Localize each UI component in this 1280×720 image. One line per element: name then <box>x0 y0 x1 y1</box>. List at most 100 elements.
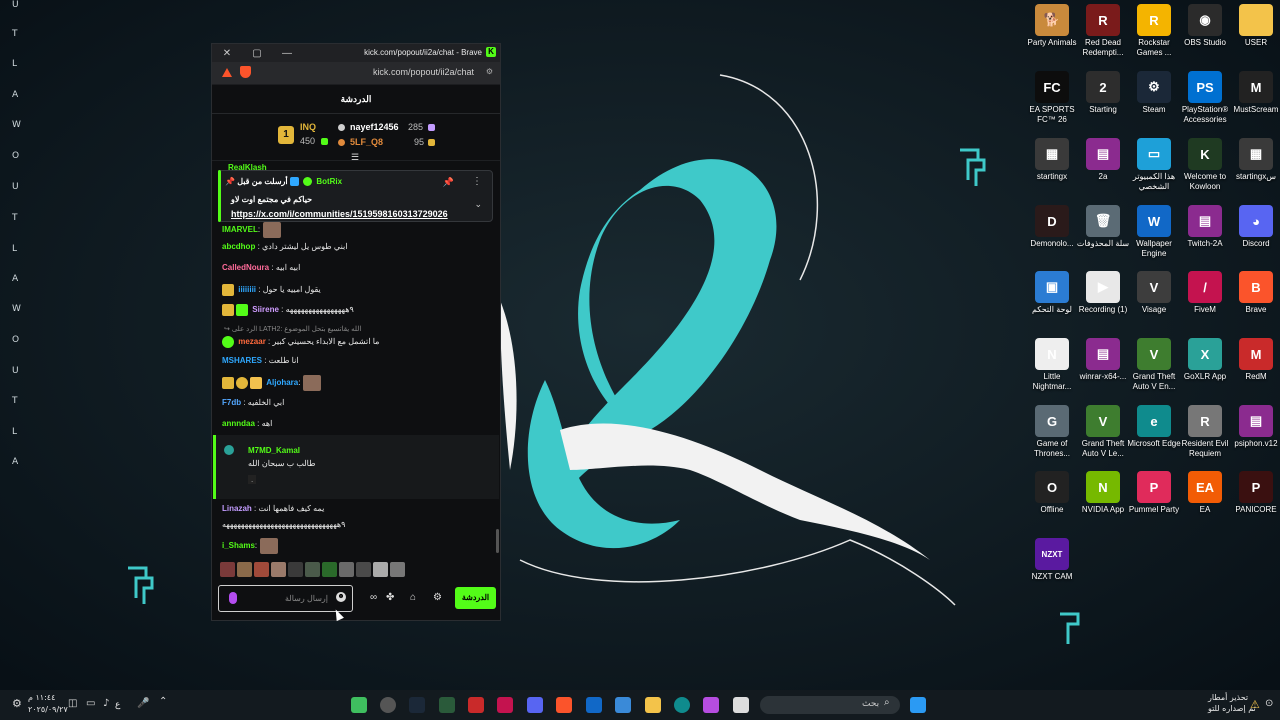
weather-alert-sub[interactable]: تم إصداره للتو <box>1208 704 1256 713</box>
chat-input[interactable]: إرسال رسالة ☻ <box>218 585 353 612</box>
desktop-shortcut[interactable]: ▤ psiphon.v12 <box>1228 405 1280 449</box>
taskbar-edge-icon[interactable] <box>674 697 690 713</box>
emoji-picker-icon[interactable]: ☻ <box>336 592 346 602</box>
desktop-shortcut[interactable]: e Microsoft Edge <box>1126 405 1182 449</box>
desktop-shortcut[interactable]: USER <box>1228 4 1280 48</box>
desktop-shortcut[interactable]: D Demonolo... <box>1024 205 1080 249</box>
taskbar-explorer-icon[interactable] <box>645 697 661 713</box>
taskbar-store-icon[interactable] <box>615 697 631 713</box>
taskbar-steam-icon[interactable] <box>409 697 425 713</box>
microphone-icon[interactable]: 🎤 <box>137 698 149 709</box>
close-button[interactable]: ✕ <box>212 48 242 59</box>
desktop-shortcut[interactable]: V Visage <box>1126 271 1182 315</box>
infinity-icon[interactable]: ∞ <box>370 592 377 603</box>
settings-icon[interactable]: ⚙ <box>12 697 22 710</box>
chat-settings-icon[interactable]: ⚙ <box>433 592 442 603</box>
emote-image[interactable] <box>288 562 303 577</box>
chat-username[interactable]: MSHARES <box>222 356 262 365</box>
desktop-shortcut[interactable]: R Red Dead Redempti... <box>1075 4 1131 58</box>
search-icon[interactable]: ⌕ <box>884 697 890 708</box>
desktop-shortcut[interactable]: M MustScream <box>1228 71 1280 115</box>
emote-image[interactable] <box>373 562 388 577</box>
chat-username[interactable]: IMARVEL <box>222 225 258 234</box>
taskbar-fivem-icon[interactable] <box>497 697 513 713</box>
desktop-shortcut[interactable]: ▤ Twitch-2A <box>1177 205 1233 249</box>
emote-image[interactable] <box>322 562 337 577</box>
send-chat-button[interactable]: الدردشة <box>455 587 496 609</box>
leaderboard-second-name[interactable]: nayef12456 <box>350 122 399 132</box>
chat-username[interactable]: Linazah <box>222 504 252 513</box>
url-text[interactable]: kick.com/popout/ii2a/chat <box>373 67 474 77</box>
chat-username[interactable]: i_Shams <box>222 541 255 550</box>
desktop-shortcut[interactable]: P PANICORE <box>1228 471 1280 515</box>
taskbar-obs-icon[interactable] <box>380 697 396 713</box>
minimize-button[interactable]: — <box>272 48 302 59</box>
emote-image[interactable] <box>305 562 320 577</box>
chat-scrollbar[interactable] <box>496 529 499 553</box>
desktop-shortcut[interactable]: V Grand Theft Auto V En... <box>1126 338 1182 392</box>
desktop-shortcut[interactable]: ▦ startingx <box>1024 138 1080 182</box>
desktop-shortcut[interactable]: FC EA SPORTS FC™ 26 <box>1024 71 1080 125</box>
warning-icon[interactable]: ⚠ <box>1250 698 1260 711</box>
desktop-shortcut[interactable]: ▭ هذا الكمبيوتر الشخصي <box>1126 138 1182 192</box>
desktop-shortcut[interactable]: X GoXLR App <box>1177 338 1233 382</box>
clock-time[interactable]: ١١:٤٤ م <box>28 693 55 702</box>
desktop-shortcut[interactable]: 🗑 سلة المحذوفات <box>1075 205 1131 249</box>
collapse-icon[interactable]: ☰ <box>351 152 359 163</box>
desktop-shortcut[interactable]: EA EA <box>1177 471 1233 515</box>
chat-username[interactable]: F7db <box>222 398 241 407</box>
chat-username[interactable]: M7MD_Kamal <box>248 446 300 455</box>
pinned-link[interactable]: https://x.com/i/communities/151959816031… <box>231 209 448 219</box>
desktop-shortcut[interactable]: ◉ OBS Studio <box>1177 4 1233 48</box>
site-settings-icon[interactable]: ⚙ <box>486 67 493 76</box>
reply-context[interactable]: ↪ الرد على LATH2: الله يقاتسيع بتحل المو… <box>224 325 361 333</box>
taskbar-goxlr-icon[interactable] <box>439 697 455 713</box>
clock-date[interactable]: ٢٠٢٥/٠٩/٢٧ <box>28 705 68 714</box>
taskbar-app-icon[interactable] <box>351 697 367 713</box>
leaderboard-third-name[interactable]: 5LF_Q8 <box>350 137 383 147</box>
desktop-shortcut[interactable]: PS PlayStation® Accessories <box>1177 71 1233 125</box>
weather-alert-title[interactable]: تحذير أمطار <box>1208 693 1248 702</box>
chat-username[interactable]: abcdhop <box>222 242 255 251</box>
chat-username[interactable]: iiiiiiii <box>238 285 256 294</box>
desktop-shortcut[interactable]: M RedM <box>1228 338 1280 382</box>
chat-username[interactable]: CalledNoura <box>222 263 269 272</box>
brave-shield-icon[interactable] <box>240 66 251 78</box>
windows-start-icon[interactable] <box>910 697 926 713</box>
taskbar-brave-icon[interactable] <box>556 697 572 713</box>
taskbar-redm-icon[interactable] <box>468 697 484 713</box>
microphone-icon[interactable] <box>229 592 237 604</box>
unpin-icon[interactable]: 📌 <box>443 177 454 188</box>
desktop-shortcut[interactable]: G Game of Thrones... <box>1024 405 1080 459</box>
network-icon[interactable]: ▭ <box>86 698 95 709</box>
taskbar-discord-icon[interactable] <box>527 697 543 713</box>
chevron-up-icon[interactable]: ⌃ <box>159 696 167 707</box>
chat-username[interactable]: Siirene <box>252 305 279 314</box>
desktop-shortcut[interactable]: N Little Nightmar... <box>1024 338 1080 392</box>
desktop-shortcut[interactable]: ⚙ Steam <box>1126 71 1182 115</box>
desktop-shortcut[interactable]: NZXT NZXT CAM <box>1024 538 1080 582</box>
volume-icon[interactable]: ♪ <box>103 698 109 709</box>
taskbar-copilot-icon[interactable] <box>703 697 719 713</box>
taskbar-taskview-icon[interactable] <box>733 697 749 713</box>
desktop-shortcut[interactable]: ▣ لوحة التحكم <box>1024 271 1080 315</box>
brave-warning-icon[interactable] <box>222 68 232 77</box>
desktop-shortcut[interactable]: / FiveM <box>1177 271 1233 315</box>
desktop-shortcut[interactable]: R Resident Evil Requiem <box>1177 405 1233 459</box>
emote-image[interactable] <box>356 562 371 577</box>
emote-image[interactable] <box>220 562 235 577</box>
desktop-shortcut[interactable]: ▦ startingxس <box>1228 138 1280 182</box>
desktop-shortcut[interactable]: P Pummel Party <box>1126 471 1182 515</box>
desktop-shortcut[interactable]: O Offline <box>1024 471 1080 515</box>
pinned-author[interactable]: BotRix <box>316 177 342 186</box>
rewards-icon[interactable]: ✤ <box>386 592 394 603</box>
desktop-shortcut[interactable]: N NVIDIA App <box>1075 471 1131 515</box>
maximize-button[interactable]: ▢ <box>242 48 272 59</box>
desktop-shortcut[interactable]: K Welcome to Kowloon <box>1177 138 1233 192</box>
chat-username[interactable]: annndaa <box>222 419 255 428</box>
emote-image[interactable] <box>254 562 269 577</box>
desktop-shortcut[interactable]: ◕ Discord <box>1228 205 1280 249</box>
emote-image[interactable] <box>271 562 286 577</box>
desktop-shortcut[interactable]: 2 Starting <box>1075 71 1131 115</box>
store-icon[interactable]: ⌂ <box>410 592 416 603</box>
